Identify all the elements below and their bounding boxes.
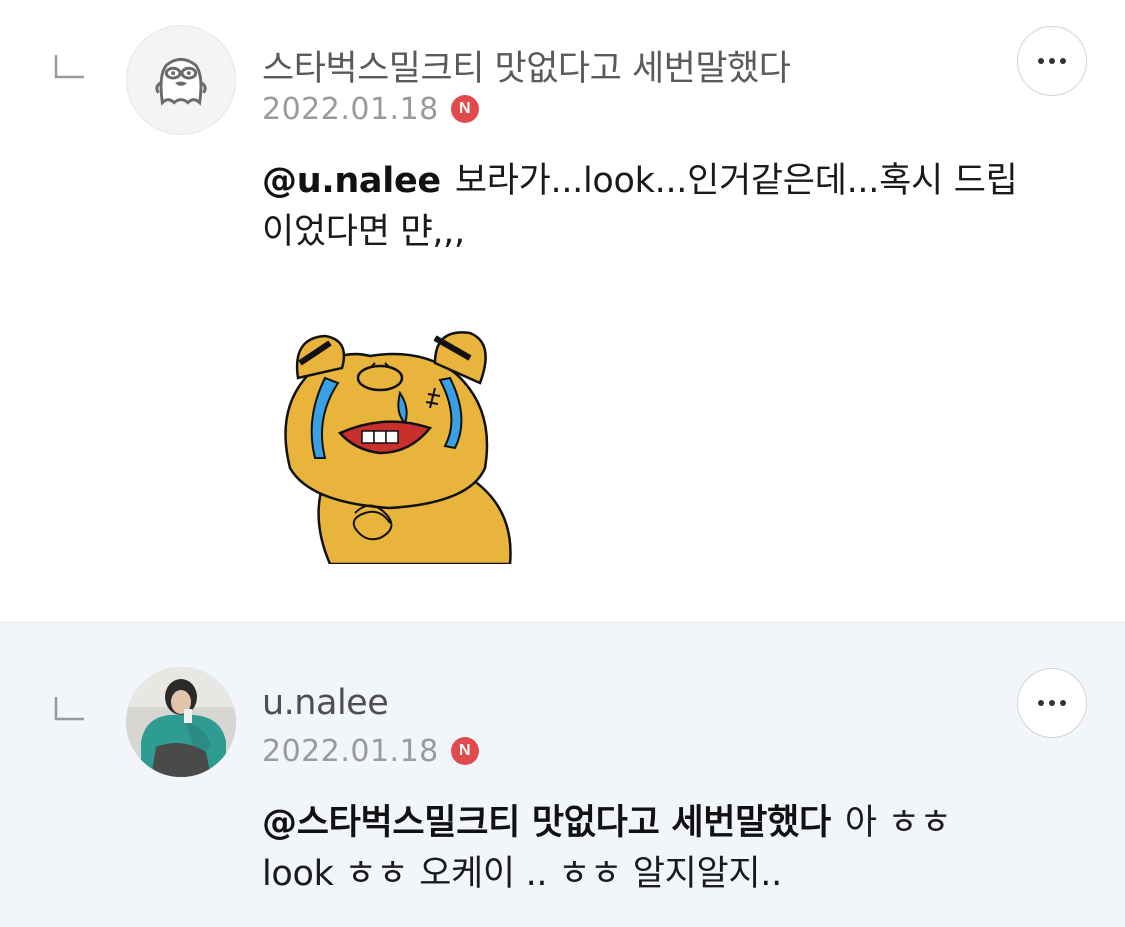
more-icon <box>1038 700 1044 706</box>
comment-author[interactable]: 스타벅스밀크티 맛없다고 세번말했다 <box>262 40 791 91</box>
avatar[interactable] <box>126 667 236 777</box>
character-avatar-icon <box>155 57 207 106</box>
reply-indent-icon <box>54 55 84 79</box>
comment-meta: 2022.01.18 N <box>262 91 479 127</box>
more-options-button[interactable] <box>1017 26 1087 96</box>
avatar[interactable] <box>126 25 236 135</box>
new-badge: N <box>450 95 479 123</box>
new-badge: N <box>450 737 479 765</box>
more-options-button[interactable] <box>1017 668 1087 738</box>
reply-comment: 스타벅스밀크티 맛없다고 세번말했다 2022.01.18 N @u.nalee… <box>0 0 1125 622</box>
comment-text: @u.nalee 보라가...look...인거같은데...혹시 드립이었다면 먄… <box>262 156 1022 258</box>
mention-link[interactable]: @스타벅스밀크티 맛없다고 세번말했다 <box>262 803 831 843</box>
profile-photo-avatar <box>126 667 236 777</box>
comment-text: @스타벅스밀크티 맛없다고 세번말했다 아 ㅎㅎ look ㅎㅎ 오케이 .. ㅎ… <box>262 798 1022 900</box>
more-icon <box>1038 58 1044 64</box>
comment-author[interactable]: u.nalee <box>262 683 389 723</box>
crying-bear-sticker <box>284 331 512 564</box>
mention-link[interactable]: @u.nalee <box>262 161 441 201</box>
reply-comment-highlighted: u.nalee 2022.01.18 N @스타벅스밀크티 맛없다고 세번말했다… <box>0 622 1125 927</box>
reply-indent-icon <box>54 697 84 721</box>
comment-meta: 2022.01.18 N <box>262 733 479 769</box>
comment-date: 2022.01.18 <box>262 91 439 127</box>
comment-date: 2022.01.18 <box>262 733 439 769</box>
